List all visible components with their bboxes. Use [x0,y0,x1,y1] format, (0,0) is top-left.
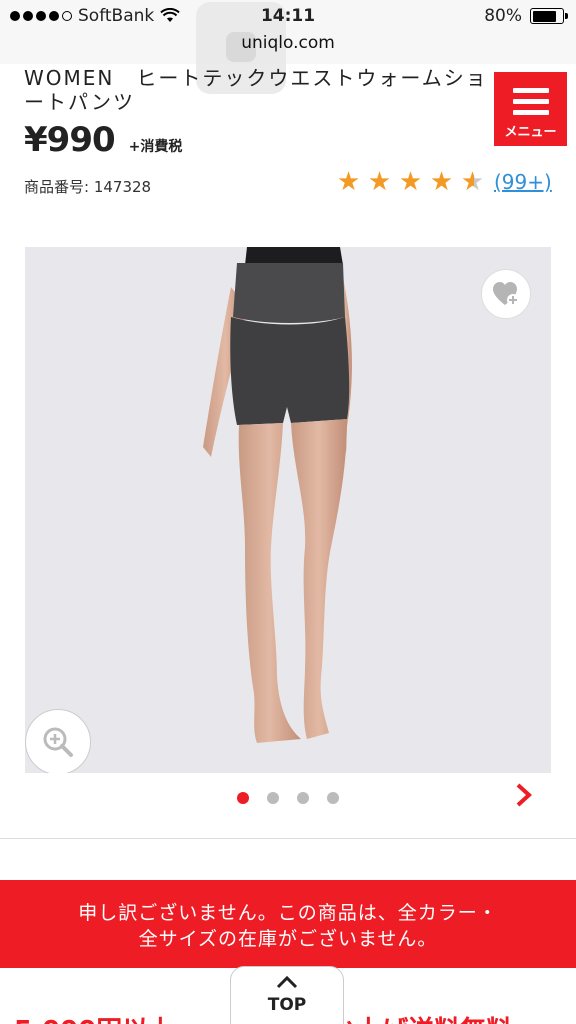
tax-note: +消費税 [128,139,183,155]
menu-button[interactable]: メニュー [494,72,567,146]
chevron-right-icon [516,783,532,807]
star-icon: ★ [336,167,361,197]
battery-percent: 80% [484,6,522,26]
review-count-link[interactable]: (99+) [494,170,552,194]
carousel-dot[interactable] [237,792,249,804]
top-label: TOP [267,995,307,1015]
battery-icon [530,8,568,24]
half-star-icon: ★ [457,168,488,196]
scroll-to-top-button[interactable]: TOP [230,966,344,1024]
product-page: SoftBank 14:11 80% uniqlo.com WOMEN ヒートテ… [0,0,576,1024]
carousel-dot[interactable] [267,792,279,804]
model-illustration [203,247,352,743]
product-code: 商品番号: 147328 [24,178,152,196]
zoom-in-icon [43,727,73,757]
product-title: WOMEN ヒートテックウエストウォームショートパンツ [24,66,488,114]
star-icon: ★ [398,167,423,197]
chevron-up-icon [276,975,298,989]
carousel-dot[interactable] [327,792,339,804]
next-slide-button[interactable] [514,782,534,812]
rating[interactable]: ★ ★ ★ ★ ★ (99+) [333,168,552,196]
out-of-stock-notice: 申し訳ございません。この商品は、全カラー・ 全サイズの在庫がございません。 [0,880,576,968]
divider [0,838,576,839]
price-row: ¥990 +消費税 [24,120,182,160]
carousel-dot[interactable] [297,792,309,804]
zoom-button[interactable] [25,709,91,773]
menu-label: メニュー [504,125,557,140]
address-bar[interactable]: uniqlo.com [0,33,576,53]
star-icon: ★ [429,167,454,197]
favorite-button[interactable] [481,269,531,319]
carousel-dots [0,792,576,804]
browser-status-bar: SoftBank 14:11 80% uniqlo.com [0,0,576,94]
notice-line-1: 申し訳ございません。この商品は、全カラー・ [78,902,498,924]
hamburger-icon [513,88,549,121]
notice-line-2: 全サイズの在庫がございません。 [138,928,438,950]
price: ¥990 [24,120,116,160]
heart-plus-icon [493,282,519,306]
product-image[interactable] [25,247,551,773]
star-icon: ★ [367,167,392,197]
